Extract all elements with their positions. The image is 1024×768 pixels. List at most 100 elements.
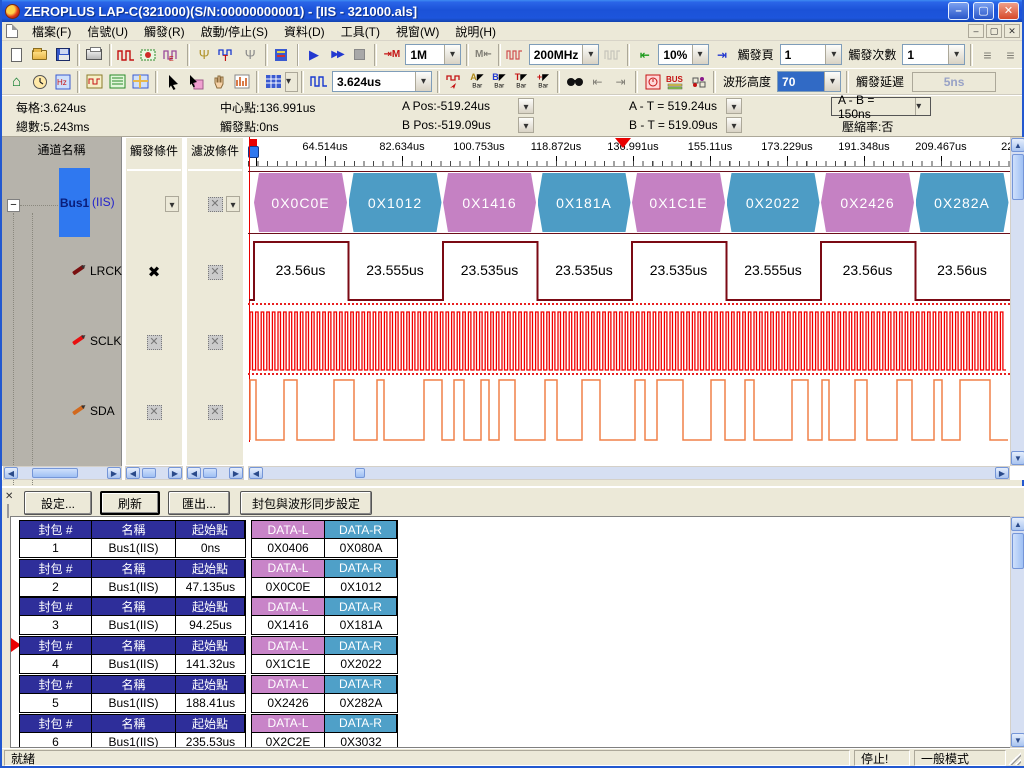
packet-data-r[interactable]: 0X2022 xyxy=(325,655,397,673)
waveform-panel[interactable]: 64.514us82.634us100.753us118.872us136.99… xyxy=(248,137,1010,466)
new-file-icon[interactable] xyxy=(5,44,28,66)
data-monitor-icon[interactable] xyxy=(687,71,710,93)
export-button[interactable]: 匯出... xyxy=(168,491,230,515)
scroll-left-icon[interactable]: ◀ xyxy=(187,467,201,479)
frequency-meter-icon[interactable]: Hz xyxy=(51,71,74,93)
menu-item[interactable]: 檔案(F) xyxy=(24,21,79,42)
chevron-down-icon[interactable] xyxy=(915,98,930,115)
sample-depth-icon[interactable] xyxy=(380,44,403,66)
packet-name[interactable]: Bus1(IIS) xyxy=(92,539,176,557)
packet-name[interactable]: Bus1(IIS) xyxy=(92,578,176,596)
name-hscroll-thumb[interactable] xyxy=(32,468,78,478)
scroll-left-icon[interactable]: ◀ xyxy=(126,467,140,479)
trigger-pos-right-icon[interactable] xyxy=(711,44,734,66)
scroll-right-icon[interactable]: ▶ xyxy=(168,467,182,479)
add-bar-icon[interactable]: +◤Bar xyxy=(532,71,554,93)
channel-row[interactable]: SCLK xyxy=(2,308,244,378)
wave-hscrollbar[interactable]: ◀ ▶ xyxy=(248,466,1010,480)
search-icon[interactable] xyxy=(563,71,586,93)
bus-value-segment[interactable]: 0X2022 xyxy=(727,173,820,232)
chevron-down-icon[interactable] xyxy=(948,45,964,64)
packet-start[interactable]: 94.25us xyxy=(176,616,245,634)
mdi-minimize-button[interactable] xyxy=(968,24,984,38)
packet-name[interactable]: Bus1(IIS) xyxy=(92,694,176,712)
run-icon[interactable] xyxy=(302,44,325,66)
pattern-dropdown[interactable] xyxy=(285,72,298,92)
packet-data-r[interactable]: 0X181A xyxy=(325,616,397,634)
packet-data-l[interactable]: 0X2C2E xyxy=(252,733,325,749)
chevron-down-icon[interactable] xyxy=(582,45,598,64)
packet-num[interactable]: 2 xyxy=(20,578,92,596)
mdi-restore-button[interactable] xyxy=(986,24,1002,38)
bus-edit-icon[interactable]: E xyxy=(161,44,184,66)
menu-item[interactable]: 說明(H) xyxy=(447,21,504,42)
trigger-pos-left-icon[interactable] xyxy=(633,44,656,66)
compression-icon[interactable] xyxy=(271,44,294,66)
menu-item[interactable]: 工具(T) xyxy=(333,21,388,42)
bus-waveform-row[interactable]: 0X0C0E0X10120X14160X181A0X1C1E0X20220X24… xyxy=(248,171,1010,234)
a-pos-dropdown[interactable] xyxy=(518,98,534,114)
list-window-icon[interactable] xyxy=(106,71,129,93)
channel-row[interactable]: SDA xyxy=(2,378,244,448)
packet-data-r[interactable]: 0X3032 xyxy=(325,733,397,749)
menu-item[interactable]: 信號(U) xyxy=(79,21,136,42)
noise-filter-icon[interactable] xyxy=(641,71,664,93)
trigger-hscroll-thumb[interactable] xyxy=(142,468,156,478)
packet-num[interactable]: 4 xyxy=(20,655,92,673)
pattern-display-icon[interactable] xyxy=(262,71,285,93)
packet-vscroll-thumb[interactable] xyxy=(1012,533,1024,569)
packet-wave-sync-button[interactable]: 封包與波形同步設定 xyxy=(240,491,372,515)
bus-value-segment[interactable]: 0X181A xyxy=(538,173,631,232)
sample-rate-combo[interactable]: 200MHz xyxy=(529,44,600,65)
trigger-page-combo[interactable]: 1 xyxy=(780,44,843,65)
bus-value-segment[interactable]: 0X282A xyxy=(916,173,1009,232)
packet-name[interactable]: Bus1(IIS) xyxy=(92,616,176,634)
packet-num[interactable]: 5 xyxy=(20,694,92,712)
print-icon[interactable] xyxy=(83,44,106,66)
channel-row[interactable]: LRCK xyxy=(2,238,244,308)
wave-hscroll-track[interactable] xyxy=(263,467,995,479)
clock-icon[interactable] xyxy=(28,71,51,93)
restore-button[interactable] xyxy=(973,2,994,20)
packet-data-l[interactable]: 0X0406 xyxy=(252,539,325,557)
menu-item[interactable]: 啟動/停止(S) xyxy=(193,21,276,42)
trigger-hscrollbar[interactable]: ◀ ▶ xyxy=(125,466,183,480)
panel-grip[interactable] xyxy=(7,504,9,518)
packet-data-r[interactable]: 0X080A xyxy=(325,539,397,557)
bus-channel-selected[interactable]: Bus1 xyxy=(59,168,90,237)
b-t-dropdown[interactable] xyxy=(726,117,742,133)
tree-expand-icon[interactable]: − xyxy=(7,199,20,212)
name-hscroll-track[interactable] xyxy=(18,467,107,479)
bus-value-segment[interactable]: 0X1416 xyxy=(443,173,536,232)
scroll-right-icon[interactable]: ▶ xyxy=(229,467,243,479)
chevron-down-icon[interactable] xyxy=(824,72,840,91)
bus-value-segment[interactable]: 0X1C1E xyxy=(632,173,725,232)
measure-tool-icon[interactable] xyxy=(230,71,253,93)
waveform-window-icon[interactable] xyxy=(83,71,106,93)
scroll-right-icon[interactable]: ▶ xyxy=(107,467,121,479)
packet-num[interactable]: 3 xyxy=(20,616,92,634)
a-bar-icon[interactable]: A◤Bar xyxy=(466,71,488,93)
trigger-clear-icon[interactable] xyxy=(239,44,262,66)
wave-height-combo[interactable]: 70 xyxy=(777,71,841,92)
packet-name[interactable]: Bus1(IIS) xyxy=(92,655,176,673)
scroll-left-icon[interactable]: ◀ xyxy=(249,467,263,479)
channel-name[interactable]: SCLK xyxy=(90,334,121,348)
filter-hscroll-thumb[interactable] xyxy=(203,468,217,478)
menu-item[interactable]: 資料(D) xyxy=(276,21,333,42)
sclk-waveform[interactable] xyxy=(248,310,1010,372)
bus-trigger-cell[interactable] xyxy=(127,169,181,237)
trigger-mark-icon[interactable] xyxy=(193,44,216,66)
channel-filter-cell[interactable] xyxy=(187,238,243,306)
channel-name[interactable]: SDA xyxy=(90,404,115,418)
a-b-combo[interactable]: A - B = 150ns xyxy=(831,97,931,116)
bus-value-segment[interactable]: 0X0C0E xyxy=(254,173,347,232)
hand-tool-icon[interactable] xyxy=(207,71,230,93)
menu-item[interactable]: 視窗(W) xyxy=(388,21,447,42)
select-tool-icon[interactable] xyxy=(184,71,207,93)
channel-name[interactable]: LRCK xyxy=(90,264,122,278)
wave-vscroll-track[interactable] xyxy=(1011,152,1024,451)
channel-trigger-cell[interactable] xyxy=(126,308,182,376)
stop-icon[interactable] xyxy=(348,44,371,66)
scroll-left-icon[interactable]: ◀ xyxy=(4,467,18,479)
